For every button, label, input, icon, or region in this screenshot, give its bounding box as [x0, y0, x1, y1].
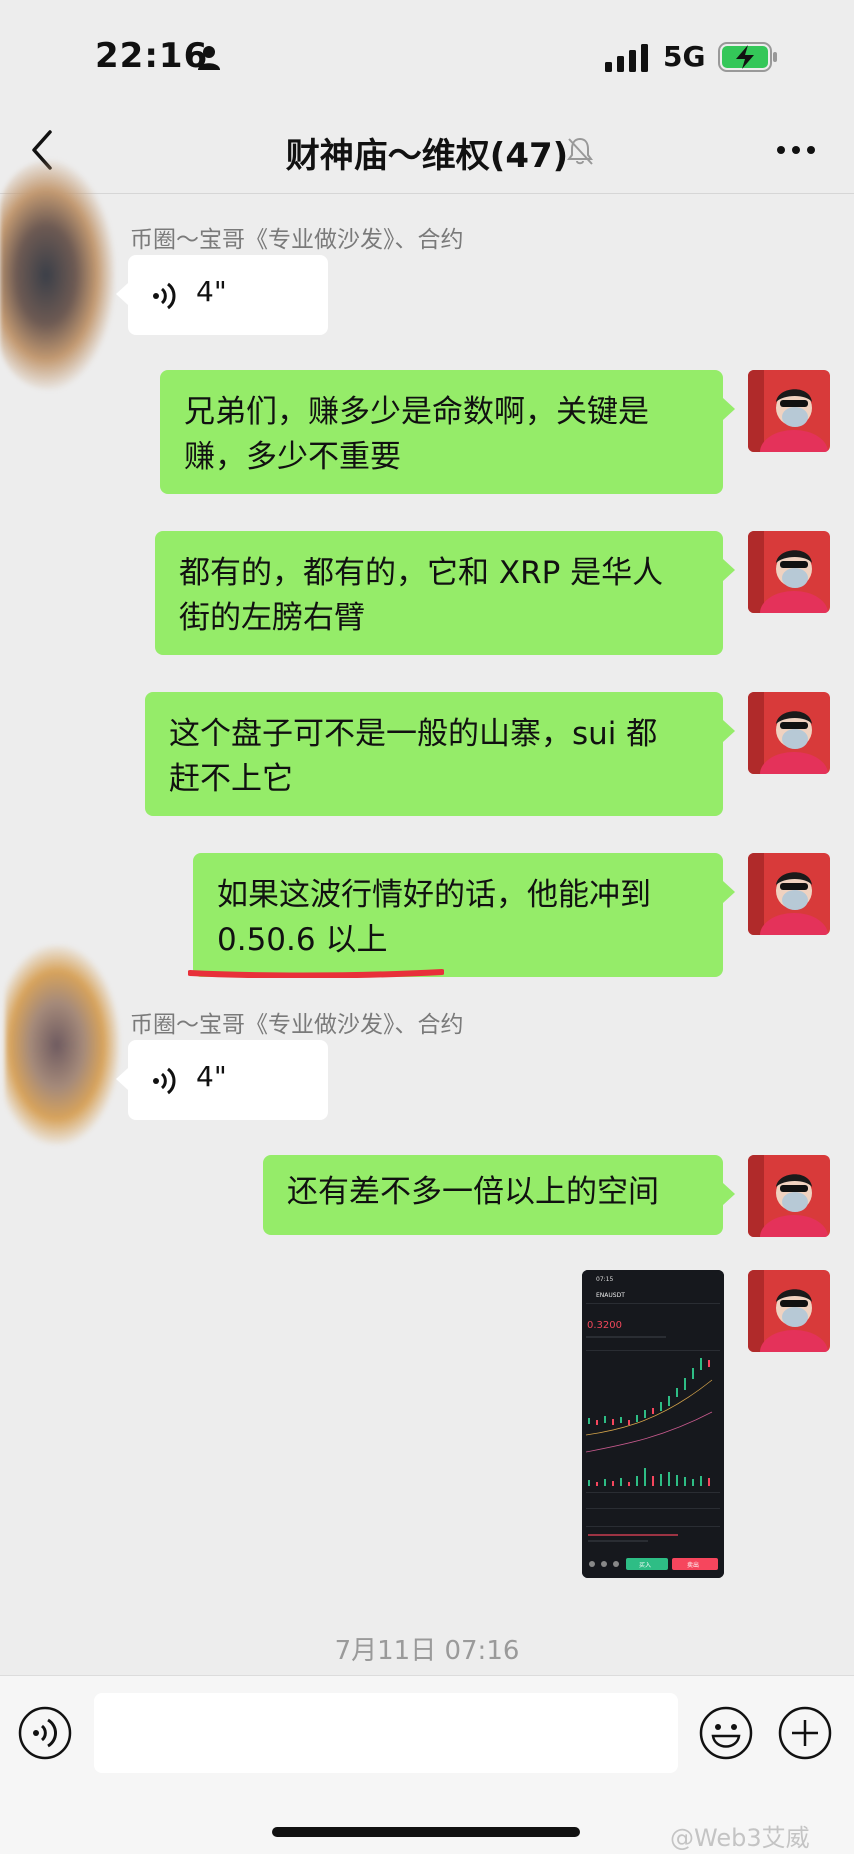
input-bar: @Web3艾威	[0, 1675, 854, 1854]
trading-screenshot-thumbnail: 07:15 ENAUSDT 0.3200 买入 卖出	[582, 1270, 724, 1578]
voice-input-icon[interactable]	[18, 1706, 72, 1760]
avatar[interactable]	[748, 692, 830, 774]
more-icon[interactable]	[776, 140, 816, 160]
message-input[interactable]	[94, 1693, 678, 1773]
signal-icon	[605, 44, 648, 72]
avatar[interactable]	[748, 370, 830, 452]
thumb-price: 0.3200	[587, 1320, 622, 1331]
emoji-icon[interactable]	[699, 1706, 753, 1760]
message-bubble[interactable]: 都有的，都有的，它和 XRP 是华人 街的左膀右臂	[155, 531, 735, 655]
mute-bell-icon	[567, 137, 593, 165]
avatar[interactable]	[5, 945, 120, 1145]
message-text: 兄弟们，赚多少是命数啊，关键是 赚，多少不重要	[184, 394, 649, 475]
voice-duration: 4"	[196, 1060, 227, 1093]
voice-wave-icon	[153, 1067, 176, 1095]
timestamp: 7月11日 07:16	[334, 1636, 520, 1666]
watermark: @Web3艾威	[670, 1824, 810, 1852]
nav-divider	[0, 193, 854, 194]
message-bubble[interactable]: 如果这波行情好的话，他能冲到 0.50.6 以上	[193, 853, 735, 977]
person-icon	[198, 46, 220, 70]
chat-title: 财神庙～维权(47)	[285, 136, 569, 176]
avatar[interactable]	[748, 1270, 830, 1352]
avatar[interactable]	[748, 853, 830, 935]
thumb-sell-label: 卖出	[687, 1561, 699, 1569]
voice-wave-icon	[153, 282, 176, 310]
message-text: 还有差不多一倍以上的空间	[287, 1174, 659, 1210]
voice-message[interactable]: 4"	[116, 255, 328, 335]
avatar[interactable]	[748, 531, 830, 613]
thumb-buy-label: 买入	[639, 1561, 651, 1569]
message-bubble[interactable]: 这个盘子可不是一般的山寨，sui 都 赶不上它	[145, 692, 735, 816]
voice-duration: 4"	[196, 275, 227, 308]
message-text: 如果这波行情好的话，他能冲到 0.50.6 以上	[217, 877, 651, 958]
message-text: 这个盘子可不是一般的山寨，sui 都 赶不上它	[169, 716, 658, 797]
avatar[interactable]	[748, 1155, 830, 1237]
plus-icon[interactable]	[778, 1706, 832, 1760]
image-message[interactable]: 07:15 ENAUSDT 0.3200 买入 卖出	[582, 1270, 724, 1578]
status-time: 22:16	[95, 36, 209, 76]
thumb-time: 07:15	[596, 1276, 613, 1283]
self-avatar-image	[748, 370, 830, 452]
self-avatar-image	[748, 531, 830, 613]
network-label: 5G	[663, 40, 706, 73]
thumb-symbol: ENAUSDT	[596, 1292, 625, 1299]
red-underline-annotation	[188, 969, 444, 978]
self-avatar-image	[748, 1155, 830, 1237]
message-bubble[interactable]: 兄弟们，赚多少是命数啊，关键是 赚，多少不重要	[160, 370, 735, 494]
avatar[interactable]	[0, 160, 115, 390]
sender-name: 币圈～宝哥《专业做沙发》、合约	[130, 1012, 464, 1038]
voice-message[interactable]: 4"	[116, 1040, 328, 1120]
message-bubble[interactable]: 还有差不多一倍以上的空间	[263, 1155, 735, 1235]
self-avatar-image	[748, 692, 830, 774]
sender-name: 币圈～宝哥《专业做沙发》、合约	[130, 227, 464, 253]
battery-charging-icon	[718, 42, 777, 72]
self-avatar-image	[748, 853, 830, 935]
home-indicator	[272, 1827, 580, 1837]
message-text: 都有的，都有的，它和 XRP 是华人 街的左膀右臂	[179, 555, 664, 636]
self-avatar-image	[748, 1270, 830, 1352]
